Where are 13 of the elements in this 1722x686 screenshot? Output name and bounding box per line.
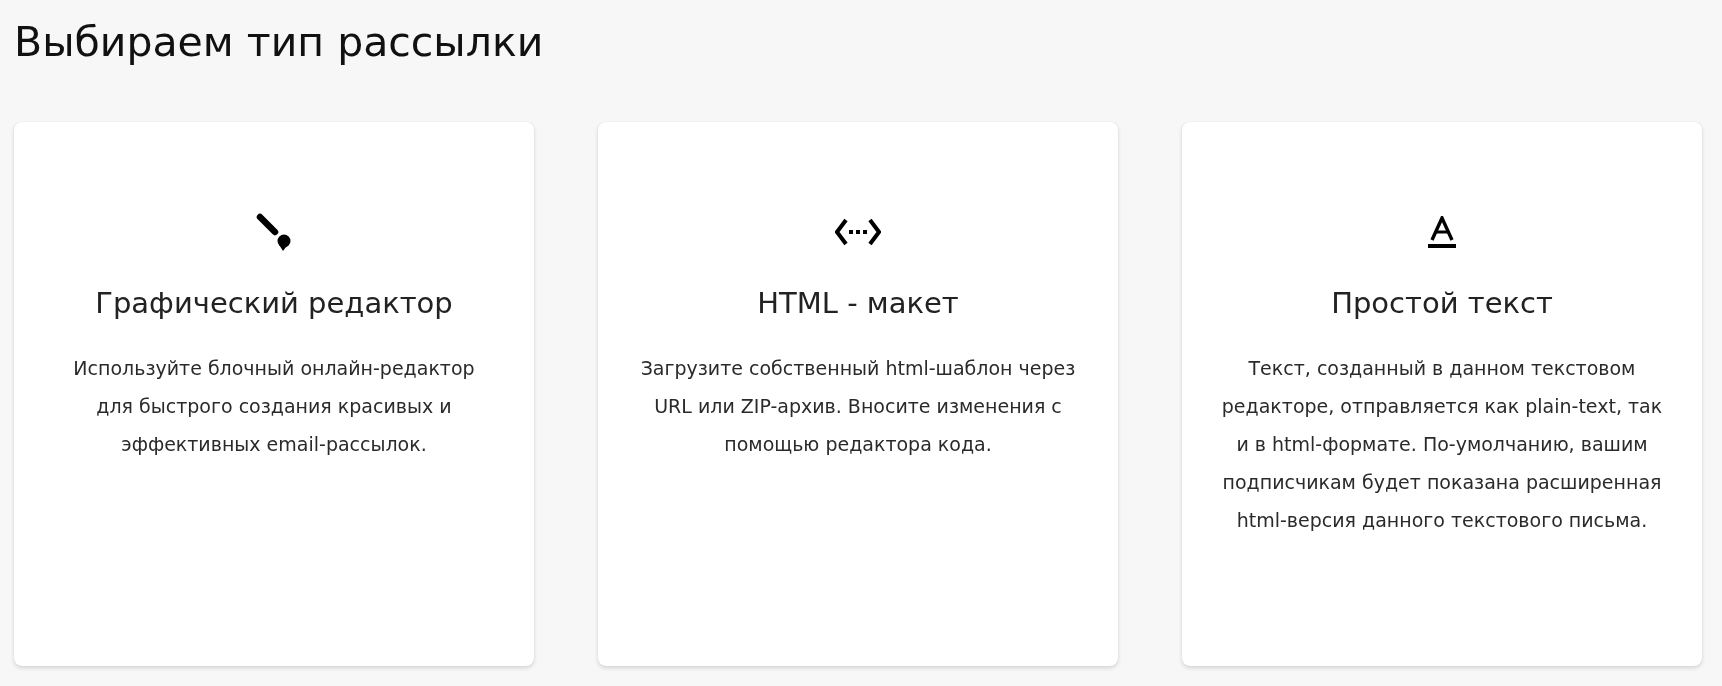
card-description: Текст, созданный в данном текстовом редакторе, отправляется как plain-text, так и в html-формате. По-умолчанию, вашим подписчикам будет показана расширенная html-версия данного текстового письма. [1221, 356, 1663, 533]
card-title: HTML - макет [757, 285, 959, 321]
card-description: Загрузите собственный html-шаблон через URL или ZIP-архив. Вносите изменения с помощью редактора кода. [639, 356, 1077, 457]
text-format-icon [1427, 216, 1457, 248]
code-icon [835, 218, 881, 246]
mailing-type-card[interactable]: Графический редактор Используйте блочный онлайн-редактор для быстрого создания красивых и эффективных email-рассылок. [14, 122, 534, 666]
mailing-type-card[interactable]: HTML - макет Загрузите собственный html-шаблон через URL или ZIP-архив. Вносите изменения с помощью редактора кода. [598, 122, 1118, 666]
card-title: Простой текст [1331, 285, 1553, 321]
paintbrush-icon [256, 213, 292, 251]
card-title: Графический редактор [95, 285, 453, 321]
mailing-type-card[interactable] [1182, 122, 1702, 666]
card-description: Используйте блочный онлайн-редактор для быстрого создания красивых и эффективных email-рассылок. [72, 356, 476, 457]
page-heading: Выбираем тип рассылки [14, 18, 544, 66]
